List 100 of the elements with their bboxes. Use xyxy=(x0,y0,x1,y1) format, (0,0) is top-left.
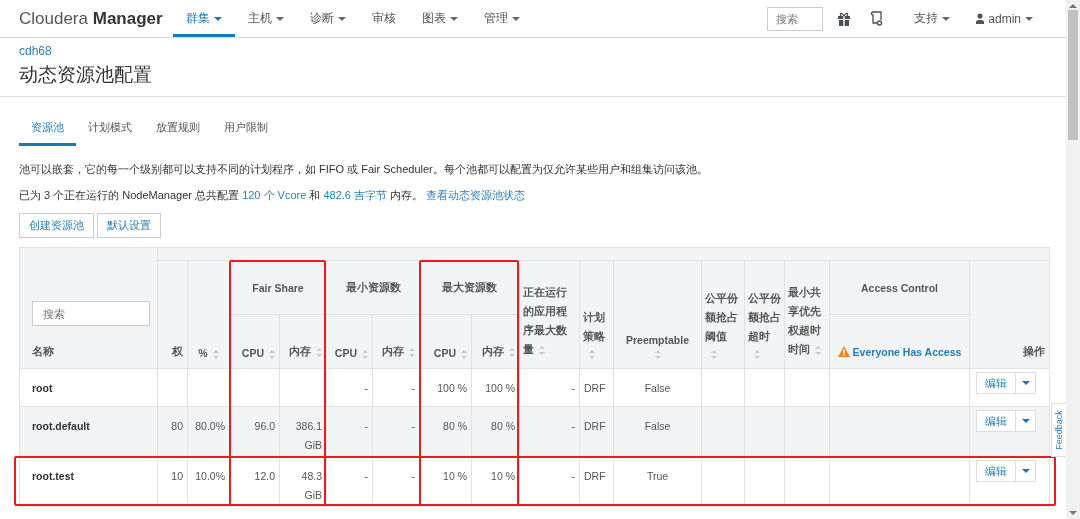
edit-button[interactable]: 编辑 xyxy=(976,410,1016,432)
search-field[interactable]: 搜索 xyxy=(767,6,824,31)
link[interactable]: 482.6 吉字节 xyxy=(323,189,388,201)
table-cell: 80 % xyxy=(443,420,467,432)
column-header[interactable]: 权 xyxy=(172,345,183,357)
table-cell: False xyxy=(644,382,671,394)
table-cell: 96.0 xyxy=(254,420,275,432)
sort-icon xyxy=(409,347,415,357)
sort-icon xyxy=(589,350,595,359)
table-cell: 12.0 xyxy=(254,470,275,482)
sort-icon xyxy=(269,349,275,359)
tab[interactable]: 用户限制 xyxy=(212,116,280,146)
document-icon[interactable] xyxy=(869,11,884,26)
table-cell: 10 xyxy=(171,470,183,482)
table-cell: 10.0% xyxy=(195,470,225,482)
gift-icon[interactable] xyxy=(837,11,852,26)
dropdown-button[interactable] xyxy=(1016,460,1036,482)
table-cell: DRF xyxy=(584,470,606,482)
pool-name: root xyxy=(32,382,53,394)
column-group-header: 最大资源数 xyxy=(442,280,497,293)
table-cell: True xyxy=(646,470,669,482)
column-group-header: Access Control xyxy=(861,281,938,294)
link[interactable]: 查看动态资源池状态 xyxy=(426,189,526,201)
sort-icon xyxy=(362,349,368,359)
search-field[interactable]: 搜索 xyxy=(32,301,150,326)
pool-name: root.default xyxy=(32,420,90,432)
caret-icon xyxy=(942,16,951,21)
table-cell: 48.3 GiB xyxy=(301,470,322,501)
dropdown-button[interactable] xyxy=(1016,410,1036,432)
sort-icon xyxy=(654,350,661,359)
nav-menu-item[interactable]: 图表 xyxy=(408,0,471,37)
edit-button[interactable]: 编辑 xyxy=(976,372,1016,394)
column-header[interactable]: CPU xyxy=(433,347,467,359)
edit-button[interactable]: 编辑 xyxy=(976,460,1016,482)
column-header[interactable]: CPU xyxy=(241,347,275,359)
nav-menu-item[interactable]: 管理 xyxy=(470,0,533,37)
table-cell: 100 % xyxy=(485,382,515,394)
tab[interactable]: 计划模式 xyxy=(76,116,144,146)
nav-menu-item[interactable]: 群集 xyxy=(172,0,235,37)
column-header[interactable]: 名称 xyxy=(32,345,149,359)
column-header[interactable]: % xyxy=(198,347,219,359)
user-icon xyxy=(976,13,985,24)
sort-icon xyxy=(316,347,322,357)
action-button[interactable]: 创建资源池 xyxy=(19,213,94,238)
scrollbar[interactable] xyxy=(1066,0,1080,519)
table-cell: 80.0% xyxy=(195,420,225,432)
table-cell: False xyxy=(644,420,671,432)
column-header[interactable]: 内存 xyxy=(289,345,322,357)
table-cell: 10 % xyxy=(443,470,467,482)
column-group-header: Fair Share xyxy=(252,281,304,294)
breadcrumb-link[interactable]: cdh68 xyxy=(19,44,1047,58)
column-group-header: 最小资源数 xyxy=(345,280,401,293)
table-cell: - xyxy=(571,470,575,482)
column-header[interactable]: 内存 xyxy=(382,345,415,357)
sort-icon xyxy=(815,345,821,355)
column-header[interactable]: 内存 xyxy=(482,345,515,357)
table-cell: - xyxy=(364,420,368,432)
table-cell: - xyxy=(571,420,575,432)
dropdown-button[interactable] xyxy=(1016,372,1036,394)
table-cell: - xyxy=(364,470,368,482)
sort-icon xyxy=(539,345,545,355)
sort-icon xyxy=(711,350,717,359)
column-header: 操作 xyxy=(1023,345,1045,357)
table-cell: 80 xyxy=(171,420,183,432)
sort-icon xyxy=(509,347,515,357)
caret-icon xyxy=(1025,16,1033,21)
nav-menu-item[interactable]: 诊断 xyxy=(296,0,359,37)
table-cell: 100 % xyxy=(437,382,467,394)
pool-name: root.test xyxy=(32,470,74,482)
description-text: 池可以嵌套，它的每一个级别都可以支持不同的计划程序，如 FIFO 或 Fair Scheduler。每个池都可以配置为仅允许某些用户和组集访问该池。 xyxy=(19,162,709,177)
link[interactable]: 120 个 Vcore xyxy=(242,189,307,201)
table-cell: - xyxy=(411,470,415,482)
caret-icon xyxy=(1021,381,1030,385)
summary-text: 已为 3 个正在运行的 NodeManager 总共配置 120 个 Vcore 和 482.6 吉字节 内存。 查看动态资源池状态 xyxy=(19,188,527,203)
table-cell: - xyxy=(364,382,368,394)
user-menu[interactable]: admin xyxy=(963,0,1046,37)
table-cell: - xyxy=(411,420,415,432)
sort-icon xyxy=(212,349,219,359)
caret-icon xyxy=(1021,469,1030,473)
table-cell: - xyxy=(411,382,415,394)
column-header[interactable]: CPU xyxy=(334,347,368,359)
table-cell: 80 % xyxy=(491,420,515,432)
nav-menu-item[interactable]: 审核 xyxy=(358,0,409,37)
support-menu[interactable]: 支持 xyxy=(901,0,964,37)
page-title: 动态资源池配置 xyxy=(19,63,153,87)
tab[interactable]: 资源池 xyxy=(19,116,76,146)
nav-menu-item[interactable]: 主机 xyxy=(234,0,297,37)
brand-logo[interactable]: Cloudera Manager xyxy=(19,8,163,29)
sort-icon xyxy=(754,350,760,359)
warning-icon xyxy=(837,346,850,357)
caret-icon xyxy=(1021,419,1030,423)
table-cell: - xyxy=(571,382,575,394)
tab[interactable]: 放置规则 xyxy=(144,116,212,146)
table-cell: 10 % xyxy=(491,470,515,482)
column-header[interactable]: Preemptable xyxy=(626,334,689,346)
feedback-tab[interactable]: Feedback xyxy=(1051,403,1066,457)
action-button[interactable]: 默认设置 xyxy=(97,213,161,238)
table-cell: DRF xyxy=(584,420,606,432)
table-cell: DRF xyxy=(584,382,606,394)
table-cell: 386.1 GiB xyxy=(295,420,322,451)
